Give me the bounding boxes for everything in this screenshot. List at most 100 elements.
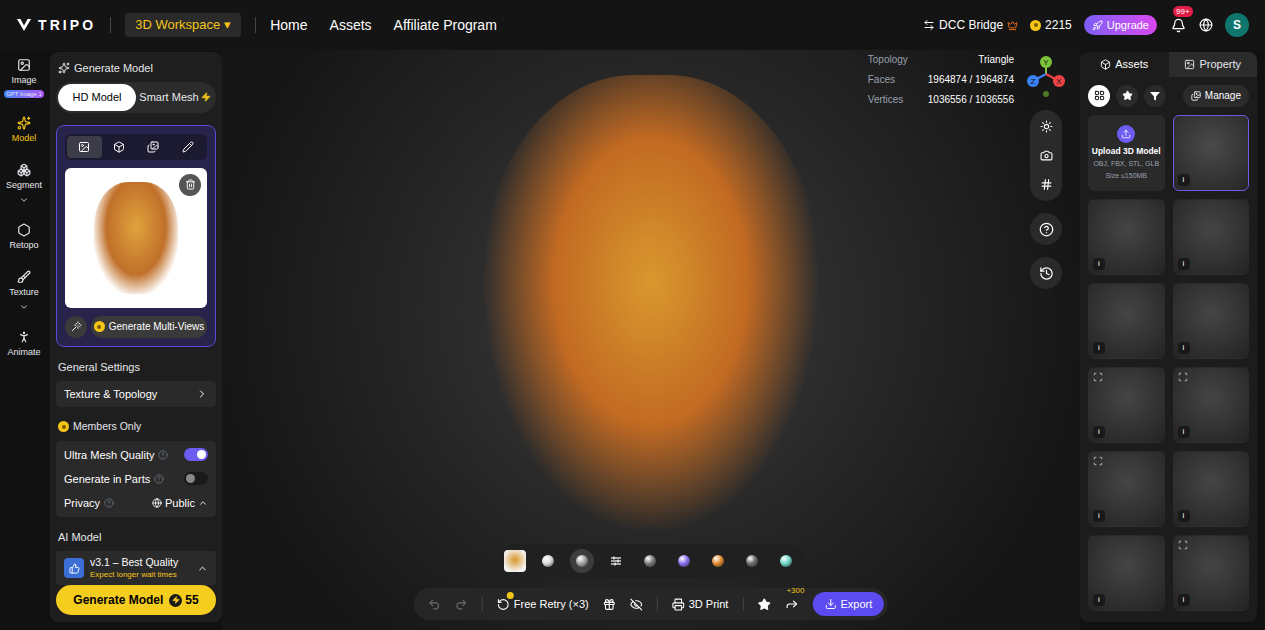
history-button[interactable] — [1030, 257, 1062, 289]
texture-topology-row[interactable]: Texture & Topology — [56, 381, 216, 407]
info-badge[interactable]: i — [1178, 510, 1190, 522]
nav-link[interactable]: Assets — [330, 15, 372, 36]
asset-card[interactable]: i — [1088, 451, 1165, 527]
input-tab[interactable] — [171, 136, 206, 158]
help-icon[interactable] — [154, 474, 164, 484]
material-sphere-icon — [542, 555, 554, 567]
asset-card[interactable]: i — [1173, 199, 1250, 275]
render-mode[interactable] — [706, 549, 730, 573]
manage-button[interactable]: Manage — [1183, 85, 1249, 107]
export-button[interactable]: Export — [812, 592, 884, 616]
input-tab[interactable] — [136, 136, 171, 158]
asset-card[interactable]: i — [1173, 451, 1250, 527]
filter-button[interactable] — [1088, 85, 1110, 107]
generate-button[interactable]: Generate Model55 — [56, 585, 216, 615]
expand-icon — [19, 195, 29, 205]
rail-item[interactable]: Texture — [9, 270, 39, 312]
asset-card[interactable]: i — [1173, 283, 1250, 359]
print-button[interactable]: 3D Print — [672, 596, 729, 613]
rail-item[interactable]: Retopo — [9, 223, 38, 253]
rail-item[interactable]: Segment — [6, 163, 42, 205]
asset-card[interactable]: i — [1088, 199, 1165, 275]
render-mode[interactable] — [774, 549, 798, 573]
axis-gizmo-icon[interactable]: YZX — [1026, 54, 1066, 100]
ai-model-select[interactable]: v3.1 – Best QualityExpect longer wait ti… — [56, 551, 216, 585]
mode-tab[interactable]: Smart Mesh — [136, 84, 214, 111]
manage-icon — [1191, 91, 1201, 101]
render-mode[interactable] — [604, 549, 628, 573]
info-badge[interactable]: i — [1178, 174, 1190, 186]
rail-item[interactable]: Model — [12, 116, 37, 146]
filter-button[interactable] — [1116, 85, 1138, 107]
info-badge[interactable]: i — [1093, 510, 1105, 522]
asset-card[interactable]: i — [1088, 367, 1165, 443]
delete-button[interactable] — [179, 174, 201, 196]
redo-icon[interactable] — [455, 598, 468, 611]
rail-badge: GPT Image 1 — [4, 90, 44, 98]
info-badge[interactable]: i — [1093, 426, 1105, 438]
info-badge[interactable]: i — [1178, 342, 1190, 354]
multiview-button[interactable]: Generate Multi-Views — [91, 316, 207, 338]
toggle-switch[interactable] — [184, 472, 208, 485]
asset-card[interactable]: i — [1173, 367, 1250, 443]
svg-text:Y: Y — [1043, 58, 1049, 67]
avatar[interactable]: S — [1225, 13, 1249, 37]
render-mode[interactable] — [638, 549, 662, 573]
filter-button[interactable] — [1144, 85, 1166, 107]
tool-icon — [17, 223, 31, 237]
asset-card[interactable]: i — [1173, 535, 1250, 611]
info-badge[interactable]: i — [1093, 258, 1105, 270]
rail-item[interactable]: Animate — [7, 330, 40, 360]
logo[interactable]: TRIPO — [16, 15, 96, 36]
undo-icon[interactable] — [428, 598, 441, 611]
asset-card[interactable]: i — [1088, 283, 1165, 359]
panel-tab[interactable]: Assets — [1080, 52, 1169, 77]
panel-tab[interactable]: Property — [1169, 52, 1258, 77]
nav-link[interactable]: Home — [270, 15, 307, 36]
viewport[interactable]: TopologyTriangleFaces1964874 / 1964874Ve… — [222, 50, 1080, 630]
rail-item[interactable]: ImageGPT Image 1 — [4, 58, 44, 98]
input-tab[interactable] — [67, 136, 102, 158]
camera-icon[interactable] — [1040, 149, 1053, 162]
model-render[interactable] — [481, 75, 821, 535]
share-button[interactable]: +300 — [784, 597, 798, 611]
help-button[interactable] — [1030, 213, 1062, 245]
input-tab[interactable] — [102, 136, 137, 158]
render-mode[interactable] — [536, 549, 560, 573]
grid-icon[interactable] — [1040, 178, 1053, 191]
input-actions: Generate Multi-Views — [65, 316, 207, 338]
asset-card[interactable]: i — [1173, 115, 1250, 191]
mode-tab[interactable]: HD Model — [58, 84, 136, 111]
render-mode[interactable] — [672, 549, 696, 573]
info-badge[interactable]: i — [1178, 258, 1190, 270]
info-badge[interactable]: i — [1093, 594, 1105, 606]
credits[interactable]: 2215 — [1030, 16, 1072, 34]
notifications[interactable]: 99+ — [1169, 16, 1187, 34]
gift-icon[interactable] — [603, 598, 616, 611]
render-mode[interactable] — [740, 549, 764, 573]
section-title: AI Model — [56, 529, 216, 546]
lighting-icon[interactable] — [1040, 120, 1053, 133]
render-mode[interactable] — [570, 549, 594, 573]
edit-button[interactable] — [65, 316, 87, 338]
image-preview[interactable] — [65, 168, 207, 308]
dcc-bridge[interactable]: DCC Bridge — [923, 16, 1018, 34]
privacy-select[interactable]: Public — [152, 495, 208, 512]
upload-card[interactable]: Upload 3D ModelOBJ, FBX, STL, GLBSize ≤1… — [1088, 115, 1165, 191]
globe-icon[interactable] — [1199, 18, 1213, 32]
info-badge[interactable]: i — [1093, 342, 1105, 354]
info-badge[interactable]: i — [1178, 426, 1190, 438]
help-icon[interactable] — [158, 450, 168, 460]
free-retry-button[interactable]: Free Retry (×3) — [497, 596, 589, 613]
material-sphere-icon — [746, 555, 758, 567]
upgrade-button[interactable]: Upgrade — [1084, 15, 1157, 35]
toggle-switch[interactable] — [184, 448, 208, 461]
eye-off-icon[interactable] — [630, 598, 643, 611]
info-badge[interactable]: i — [1178, 594, 1190, 606]
asset-card[interactable]: i — [1088, 535, 1165, 611]
star-icon[interactable] — [757, 598, 770, 611]
model-thumbnail[interactable] — [504, 550, 526, 572]
help-icon[interactable] — [104, 498, 114, 508]
workspace-menu[interactable]: 3D Workspace▾ — [125, 13, 241, 37]
nav-link[interactable]: Affiliate Program — [394, 15, 497, 36]
